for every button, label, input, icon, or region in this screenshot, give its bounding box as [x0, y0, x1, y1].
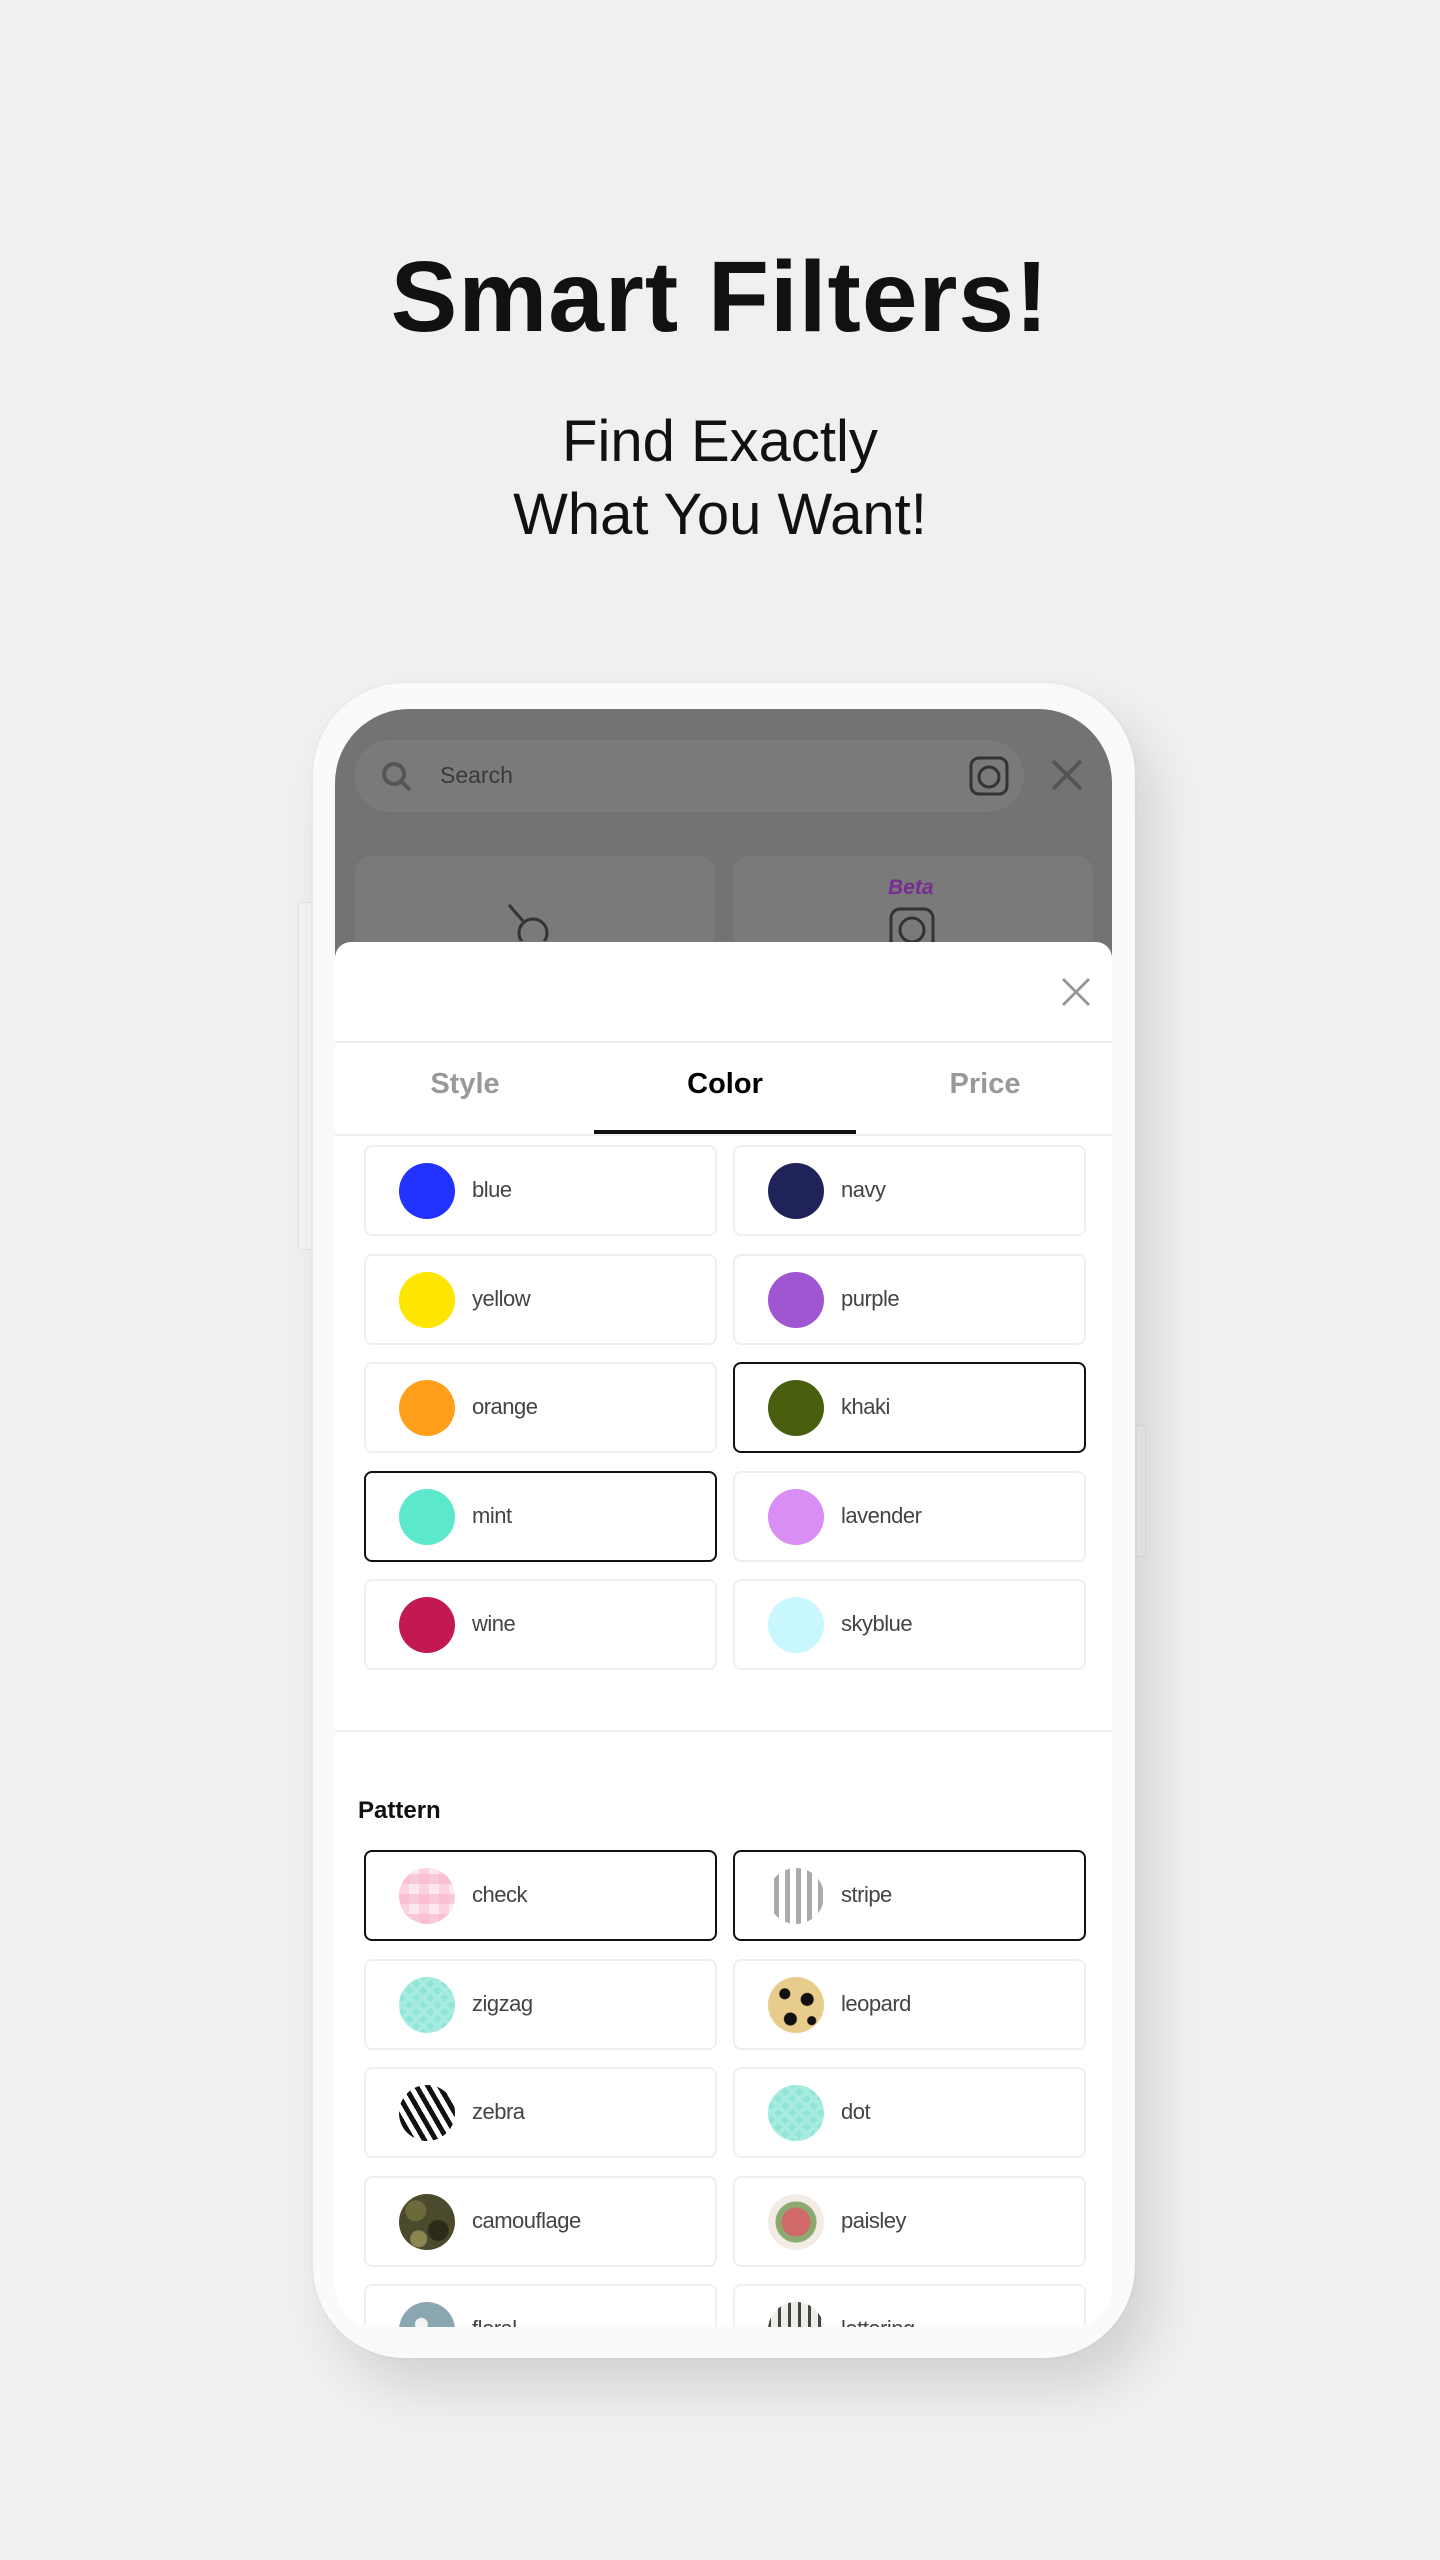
- option-label: skyblue: [841, 1611, 913, 1637]
- filter-option-zebra[interactable]: zebra: [364, 2067, 717, 2159]
- phone-screen: Search Beta Style Color Price blue navy yell…: [335, 709, 1112, 2327]
- option-label: dot: [841, 2099, 871, 2125]
- stripe-pattern-icon: [768, 1868, 824, 1924]
- beta-badge: Beta: [888, 876, 934, 899]
- color-swatch-icon: [399, 1163, 455, 1219]
- color-swatch-icon: [399, 1488, 455, 1545]
- filter-option-camouflage[interactable]: camouflage: [364, 2175, 717, 2267]
- tab-price[interactable]: Price: [855, 1068, 1112, 1101]
- option-label: purple: [841, 1285, 900, 1311]
- search-placeholder: Search: [440, 762, 513, 788]
- promo-subtitle-line1: Find Exactly: [562, 409, 878, 474]
- zigzag-pattern-icon: [399, 1976, 455, 2033]
- option-label: yellow: [472, 1285, 531, 1311]
- filter-option-yellow[interactable]: yellow: [364, 1253, 717, 1345]
- divider: [335, 1134, 1112, 1136]
- tab-color[interactable]: Color: [595, 1068, 855, 1101]
- option-label: lavender: [841, 1502, 922, 1528]
- filter-option-lavender[interactable]: lavender: [733, 1470, 1086, 1562]
- option-label: paisley: [841, 2207, 906, 2233]
- option-label: stripe: [841, 1882, 892, 1907]
- zebra-pattern-icon: [399, 2085, 455, 2142]
- search-icon: [382, 762, 412, 792]
- filter-option-dot[interactable]: dot: [733, 2067, 1086, 2159]
- phone-side-button: [1135, 1426, 1145, 1556]
- color-swatch-icon: [768, 1163, 824, 1219]
- filter-option-mint[interactable]: mint: [364, 1470, 717, 1562]
- option-label: floral: [472, 2316, 517, 2327]
- color-swatch-icon: [768, 1597, 824, 1654]
- option-label: lettering: [841, 2316, 915, 2327]
- filter-option-stripe[interactable]: stripe: [733, 1850, 1086, 1941]
- tab-style[interactable]: Style: [335, 1068, 595, 1101]
- filter-option-paisley[interactable]: paisley: [733, 2175, 1086, 2267]
- filter-option-check[interactable]: check: [364, 1850, 717, 1941]
- divider: [335, 1730, 1112, 1732]
- rose-pattern-icon: [768, 2193, 824, 2250]
- option-label: wine: [472, 1611, 516, 1637]
- option-label: check: [472, 1882, 527, 1907]
- filter-option-orange[interactable]: orange: [364, 1362, 717, 1454]
- color-swatch-icon: [399, 1597, 455, 1654]
- filter-option-floral[interactable]: floral: [364, 2284, 717, 2327]
- option-label: blue: [472, 1177, 512, 1202]
- phone-side-button: [299, 903, 313, 1249]
- dimmed-background: Search Beta: [335, 709, 1112, 976]
- promo-title: Smart Filters!: [390, 241, 1050, 353]
- option-label: leopard: [841, 1990, 911, 2016]
- filter-option-blue[interactable]: blue: [364, 1145, 717, 1236]
- filter-option-wine[interactable]: wine: [364, 1579, 717, 1671]
- option-label: zigzag: [472, 1990, 533, 2016]
- close-sheet-icon[interactable]: [1061, 977, 1091, 1007]
- check-pattern-icon: [399, 1868, 455, 1924]
- color-swatch-icon: [768, 1488, 824, 1545]
- lettering-pattern-icon: [768, 2302, 824, 2327]
- filter-option-zigzag[interactable]: zigzag: [364, 1958, 717, 2050]
- floral-pattern-icon: [399, 2302, 455, 2327]
- option-label: navy: [841, 1177, 886, 1202]
- filter-option-purple[interactable]: purple: [733, 1253, 1086, 1345]
- filter-option-leopard[interactable]: leopard: [733, 1958, 1086, 2050]
- option-label: mint: [472, 1502, 512, 1528]
- option-label: orange: [472, 1394, 538, 1420]
- color-swatch-icon: [768, 1380, 824, 1437]
- color-swatch-icon: [399, 1380, 455, 1437]
- color-swatch-icon: [768, 1271, 824, 1328]
- camera-search-icon[interactable]: [968, 755, 1010, 797]
- pattern-section-title: Pattern: [358, 1797, 441, 1824]
- filter-option-lettering[interactable]: lettering: [733, 2284, 1086, 2327]
- style-icon: [507, 904, 549, 941]
- promo-subtitle-line2: What You Want!: [513, 482, 927, 547]
- zigzag-pattern-icon: [768, 2085, 824, 2142]
- filter-option-khaki[interactable]: khaki: [733, 1362, 1086, 1454]
- filter-sheet: Style Color Price blue navy yellow purple oran…: [335, 942, 1112, 2327]
- filter-option-navy[interactable]: navy: [733, 1145, 1086, 1236]
- leopard-pattern-icon: [768, 1976, 824, 2033]
- search-bar[interactable]: Search: [354, 740, 1024, 812]
- filter-option-skyblue[interactable]: skyblue: [733, 1579, 1086, 1671]
- option-label: camouflage: [472, 2207, 581, 2233]
- option-label: khaki: [841, 1394, 890, 1420]
- color-swatch-icon: [399, 1271, 455, 1328]
- camouflage-pattern-icon: [399, 2193, 455, 2250]
- close-icon[interactable]: [1049, 757, 1085, 793]
- option-label: zebra: [472, 2099, 525, 2125]
- divider: [335, 1041, 1112, 1043]
